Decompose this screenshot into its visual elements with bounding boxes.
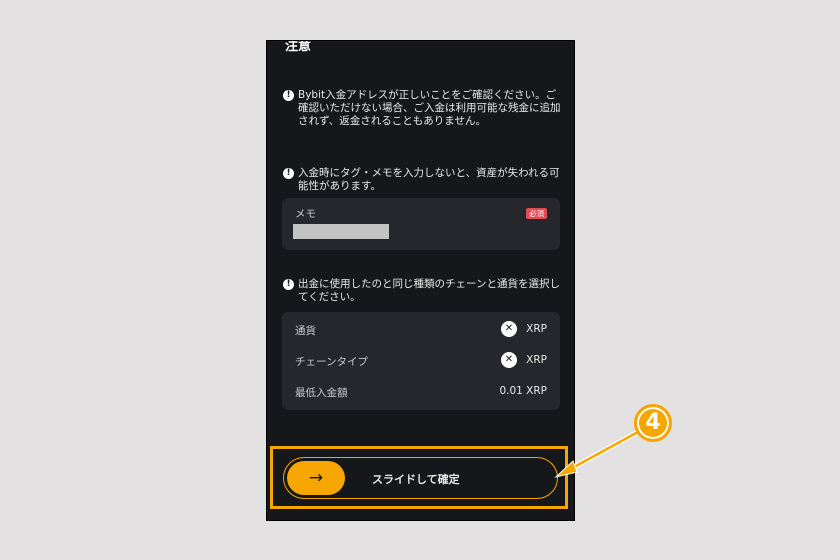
alert-icon: ! xyxy=(283,279,294,290)
notice-memo: ! 入金時にタグ・メモを入力しないと、資産が失われる可能性があります。 xyxy=(283,167,561,193)
required-badge: 必須 xyxy=(526,208,547,219)
xrp-icon: ✕ xyxy=(501,321,517,337)
detail-row-chain: チェーンタイプ ✕ XRP xyxy=(295,351,547,371)
memo-label: メモ xyxy=(295,208,316,220)
slide-to-confirm[interactable]: → スライドして確定 xyxy=(283,457,558,499)
detail-label: チェーンタイプ xyxy=(295,356,368,368)
detail-value: XRP xyxy=(526,354,547,366)
arrow-right-icon: → xyxy=(308,468,324,488)
detail-label: 通貨 xyxy=(295,325,316,337)
memo-field[interactable]: メモ 必須 xyxy=(282,198,560,250)
detail-value: XRP xyxy=(526,323,547,335)
notice-text: Bybit入金アドレスが正しいことをご確認ください。ご確認いただけない場合、ご入… xyxy=(298,89,561,127)
step-number: 4 xyxy=(645,410,661,435)
detail-row-min-deposit: 最低入金額 0.01 XRP xyxy=(295,382,547,402)
slider-handle[interactable]: → xyxy=(287,461,345,495)
page-title: 注意 xyxy=(285,40,312,54)
detail-value: 0.01 XRP xyxy=(499,385,547,397)
notice-chain: ! 出金に使用したのと同じ種類のチェーンと通貨を選択してください。 xyxy=(283,278,561,304)
deposit-details: 通貨 ✕ XRP チェーンタイプ ✕ XRP 最低入金額 0.01 XRP xyxy=(282,312,560,410)
notice-address: ! Bybit入金アドレスが正しいことをご確認ください。ご確認いただけない場合、… xyxy=(283,89,561,128)
notice-text: 出金に使用したのと同じ種類のチェーンと通貨を選択してください。 xyxy=(298,278,560,303)
detail-label: 最低入金額 xyxy=(295,387,348,399)
slider-label: スライドして確定 xyxy=(372,473,460,486)
step-marker: 4 xyxy=(634,404,672,442)
alert-icon: ! xyxy=(283,168,294,179)
notice-text: 入金時にタグ・メモを入力しないと、資産が失われる可能性があります。 xyxy=(298,167,560,192)
xrp-icon: ✕ xyxy=(501,352,517,368)
memo-value-redacted[interactable] xyxy=(293,224,389,239)
detail-row-currency: 通貨 ✕ XRP xyxy=(295,320,547,340)
alert-icon: ! xyxy=(283,90,294,101)
